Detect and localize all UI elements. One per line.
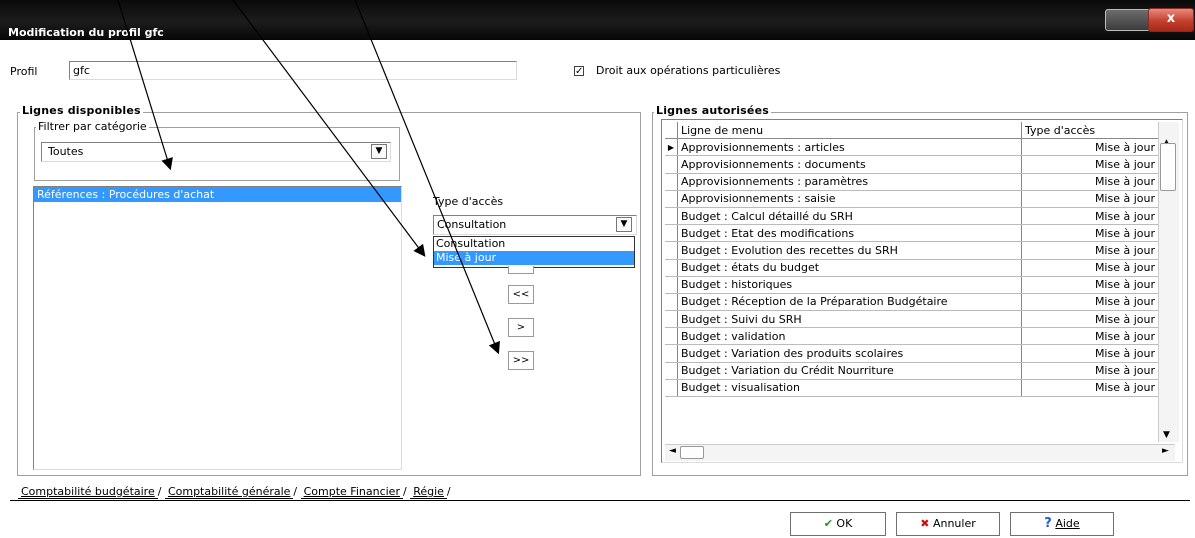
arrow-to-options — [232, 0, 426, 257]
arrow-to-add-all — [354, 0, 500, 355]
arrow-to-filter — [117, 0, 173, 171]
annotation-arrows — [117, 0, 500, 355]
